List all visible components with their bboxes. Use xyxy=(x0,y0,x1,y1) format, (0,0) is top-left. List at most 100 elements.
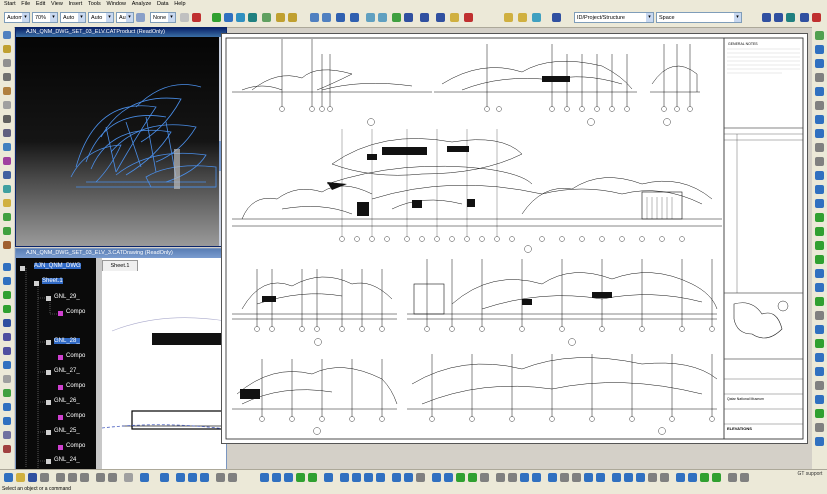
tool-e-icon[interactable] xyxy=(812,13,821,22)
axis-icon[interactable] xyxy=(3,171,11,179)
menu-data[interactable]: Data xyxy=(157,0,169,9)
delete-icon[interactable] xyxy=(3,445,11,453)
tool-x5-icon[interactable] xyxy=(228,473,237,482)
swap-space-icon[interactable] xyxy=(378,13,387,22)
tool-x18-icon[interactable] xyxy=(416,473,425,482)
support-logo[interactable]: GT support xyxy=(796,471,824,491)
tool-14-icon[interactable] xyxy=(815,213,824,222)
formula-icon[interactable] xyxy=(140,473,149,482)
render-icon[interactable] xyxy=(404,13,413,22)
line-weight-select[interactable]: Auto ▾ xyxy=(88,12,114,23)
properties-icon[interactable] xyxy=(180,13,189,22)
annotation-icon[interactable] xyxy=(552,13,561,22)
tool-1-icon[interactable] xyxy=(815,31,824,40)
tool-x19-icon[interactable] xyxy=(432,473,441,482)
tool-d-icon[interactable] xyxy=(800,13,809,22)
menu-insert[interactable]: Insert xyxy=(69,0,83,9)
tool-19-icon[interactable] xyxy=(815,283,824,292)
table-icon[interactable] xyxy=(3,375,11,383)
tool-x17-icon[interactable] xyxy=(404,473,413,482)
zoom-in-icon[interactable] xyxy=(276,13,285,22)
pattern-select[interactable]: None ▾ xyxy=(150,12,176,23)
tool-x25-icon[interactable] xyxy=(508,473,517,482)
open-icon[interactable] xyxy=(16,473,25,482)
tool-a-icon[interactable] xyxy=(762,13,771,22)
pan-icon[interactable] xyxy=(212,13,221,22)
area-fill-icon[interactable] xyxy=(3,389,11,397)
catalog-icon[interactable] xyxy=(420,13,429,22)
menu-tools[interactable]: Tools xyxy=(88,0,101,9)
clash-icon[interactable] xyxy=(464,13,473,22)
tool-20-icon[interactable] xyxy=(815,297,824,306)
tool-x34-icon[interactable] xyxy=(624,473,633,482)
tool-x6-icon[interactable] xyxy=(260,473,269,482)
pattern-icon[interactable] xyxy=(3,157,11,165)
tool-22-icon[interactable] xyxy=(815,325,824,334)
tool-10-icon[interactable] xyxy=(815,157,824,166)
tool-x14-icon[interactable] xyxy=(364,473,373,482)
normal-view-icon[interactable] xyxy=(310,13,319,22)
tool-x16-icon[interactable] xyxy=(392,473,401,482)
plane-icon[interactable] xyxy=(3,143,11,151)
tool-5-icon[interactable] xyxy=(815,87,824,96)
fx-icon[interactable] xyxy=(160,473,169,482)
project-path-select[interactable]: ID/Project/Structure ▾ xyxy=(574,12,654,23)
tool-24-icon[interactable] xyxy=(815,353,824,362)
tool-23-icon[interactable] xyxy=(815,339,824,348)
tool-4-icon[interactable] xyxy=(815,73,824,82)
arrow-icon[interactable] xyxy=(3,361,11,369)
fly-icon[interactable] xyxy=(236,13,245,22)
style-select[interactable]: Aut ▾ xyxy=(116,12,134,23)
tool-x28-icon[interactable] xyxy=(548,473,557,482)
tool-x33-icon[interactable] xyxy=(612,473,621,482)
tool-x42-icon[interactable] xyxy=(728,473,737,482)
zoom-mode-select[interactable]: Automa ▾ xyxy=(4,12,30,23)
tool-8-icon[interactable] xyxy=(815,129,824,138)
tool-9-icon[interactable] xyxy=(815,143,824,152)
box-icon[interactable] xyxy=(3,59,11,67)
zoom-percent-select[interactable]: 70% ▾ xyxy=(32,12,58,23)
lighting-icon[interactable] xyxy=(392,13,401,22)
zoom-out-icon[interactable] xyxy=(288,13,297,22)
print-icon[interactable] xyxy=(40,473,49,482)
save-icon[interactable] xyxy=(28,473,37,482)
tool-28-icon[interactable] xyxy=(815,409,824,418)
sketch-icon[interactable] xyxy=(3,45,11,53)
tool-x4-icon[interactable] xyxy=(216,473,225,482)
menu-window[interactable]: Window xyxy=(106,0,126,9)
tool-12-icon[interactable] xyxy=(815,185,824,194)
tool-x24-icon[interactable] xyxy=(496,473,505,482)
style-icon[interactable] xyxy=(136,13,145,22)
tool-x2-icon[interactable] xyxy=(188,473,197,482)
menu-help[interactable]: Help xyxy=(174,0,185,9)
spline-icon[interactable] xyxy=(3,431,11,439)
line-icon[interactable] xyxy=(3,403,11,411)
tool-x37-icon[interactable] xyxy=(660,473,669,482)
point-icon[interactable] xyxy=(3,185,11,193)
menu-file[interactable]: File xyxy=(21,0,30,9)
tool-11-icon[interactable] xyxy=(815,171,824,180)
open-folder-icon[interactable] xyxy=(504,13,513,22)
tool-29-icon[interactable] xyxy=(815,423,824,432)
tool-x1-icon[interactable] xyxy=(176,473,185,482)
3d-viewport[interactable] xyxy=(16,37,219,246)
line-type-select[interactable]: Auto ▾ xyxy=(60,12,86,23)
tool-x22-icon[interactable] xyxy=(468,473,477,482)
measure-icon[interactable] xyxy=(436,13,445,22)
select-icon[interactable] xyxy=(3,31,11,39)
clipping-icon[interactable] xyxy=(3,305,11,313)
tool-x38-icon[interactable] xyxy=(676,473,685,482)
tool-x7-icon[interactable] xyxy=(272,473,281,482)
tool-x35-icon[interactable] xyxy=(636,473,645,482)
drawing-window[interactable]: AJN_QNM_DWG_SET_03_ELV_3.CATDrawing (Rea… xyxy=(15,248,227,471)
tool-30-icon[interactable] xyxy=(815,437,824,446)
ungroup-icon[interactable] xyxy=(3,227,11,235)
tool-x31-icon[interactable] xyxy=(584,473,593,482)
iso-view-icon[interactable] xyxy=(336,13,345,22)
section-icon[interactable] xyxy=(450,13,459,22)
tool-x23-icon[interactable] xyxy=(480,473,489,482)
undo-icon[interactable] xyxy=(96,473,105,482)
tool-13-icon[interactable] xyxy=(815,199,824,208)
paste-icon[interactable] xyxy=(80,473,89,482)
tool-x41-icon[interactable] xyxy=(712,473,721,482)
